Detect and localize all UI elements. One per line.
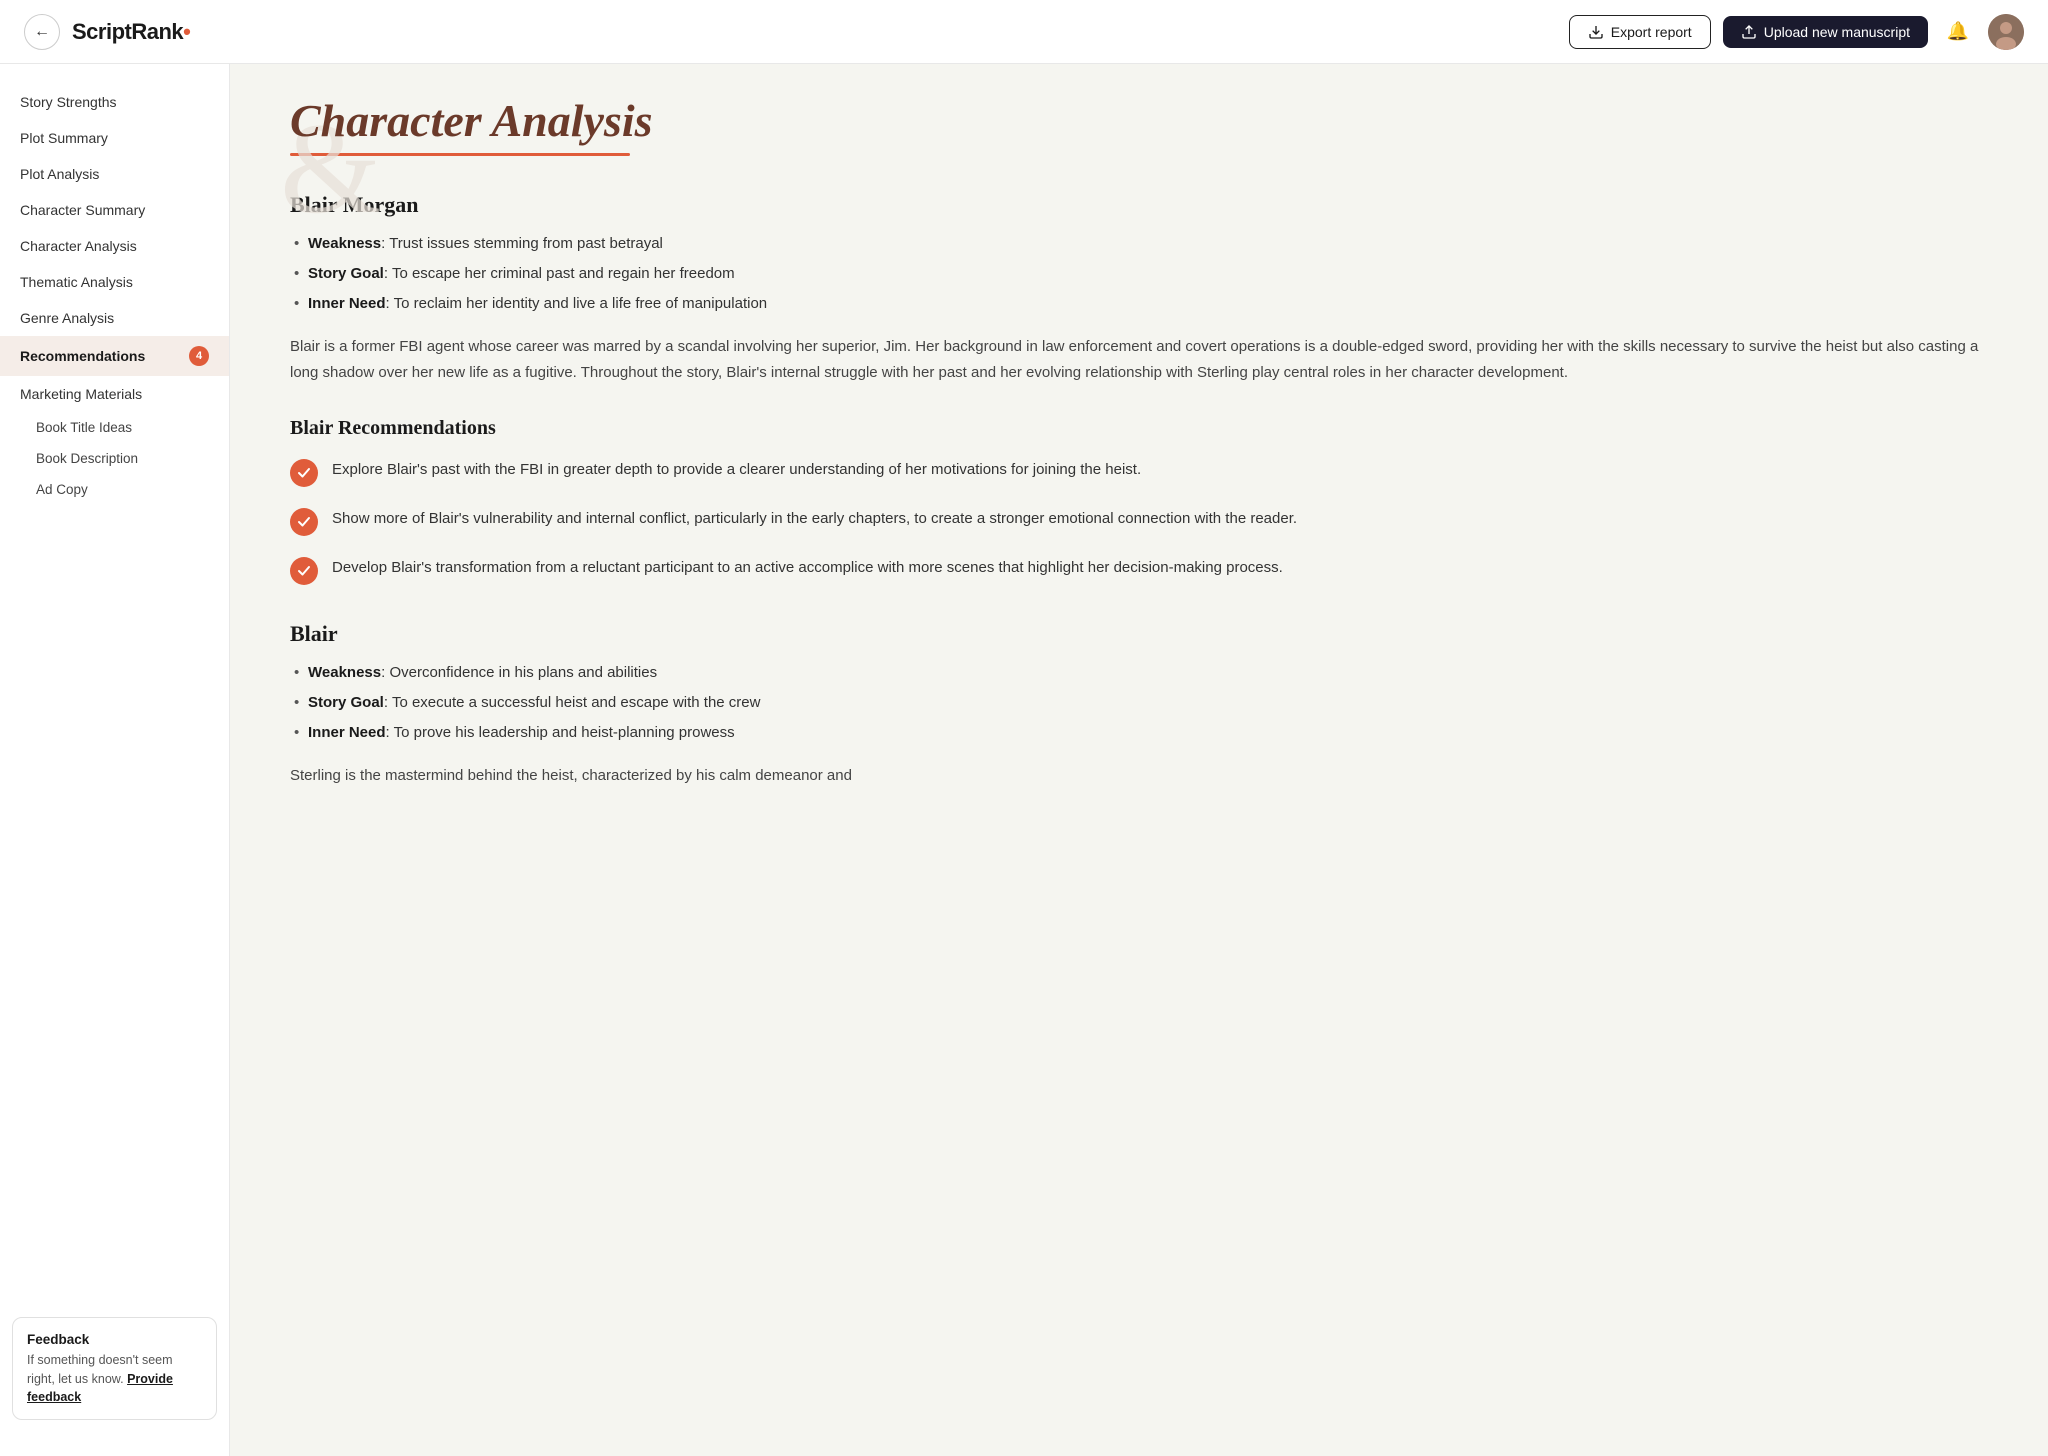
rec-check-icon-3 bbox=[290, 557, 318, 585]
sidebar-item-label: Character Analysis bbox=[20, 238, 137, 254]
sidebar-item-plot-summary[interactable]: Plot Summary bbox=[0, 120, 229, 156]
rec-check-icon-1 bbox=[290, 459, 318, 487]
back-button[interactable]: ← bbox=[24, 14, 60, 50]
rec-text-3: Develop Blair's transformation from a re… bbox=[332, 556, 1283, 581]
checkmark-icon bbox=[297, 466, 311, 480]
sidebar-item-genre-analysis[interactable]: Genre Analysis bbox=[0, 300, 229, 336]
sidebar-item-recommendations[interactable]: Recommendations 4 bbox=[0, 336, 229, 376]
story-goal-value-2: : To execute a successful heist and esca… bbox=[384, 694, 761, 711]
sidebar-item-label: Recommendations bbox=[20, 348, 145, 364]
logo-dot: • bbox=[183, 19, 190, 44]
sidebar-item-label: Genre Analysis bbox=[20, 310, 114, 326]
back-icon: ← bbox=[34, 23, 50, 41]
weakness-value: : Trust issues stemming from past betray… bbox=[381, 235, 663, 252]
character-attributes-list: Weakness: Trust issues stemming from pas… bbox=[290, 232, 1988, 316]
feedback-title: Feedback bbox=[27, 1332, 202, 1347]
story-goal-label: Story Goal bbox=[308, 265, 384, 282]
sidebar-item-book-description[interactable]: Book Description bbox=[0, 443, 229, 474]
story-goal-value: : To escape her criminal past and regain… bbox=[384, 265, 735, 282]
recommendations-list: Explore Blair's past with the FBI in gre… bbox=[290, 458, 1988, 585]
sidebar-item-plot-analysis[interactable]: Plot Analysis bbox=[0, 156, 229, 192]
page-title-wrapper: & Character Analysis bbox=[290, 104, 1988, 156]
character-2-inner-need: Inner Need: To prove his leadership and … bbox=[290, 721, 1988, 745]
sidebar-nav: Story Strengths Plot Summary Plot Analys… bbox=[0, 84, 229, 1301]
avatar[interactable] bbox=[1988, 14, 2024, 50]
sidebar-item-label: Plot Analysis bbox=[20, 166, 99, 182]
sidebar-item-label: Thematic Analysis bbox=[20, 274, 133, 290]
header-left: ← ScriptRank• bbox=[24, 14, 190, 50]
rec-text-2: Show more of Blair's vulnerability and i… bbox=[332, 507, 1297, 532]
header: ← ScriptRank• Export report Upload new m… bbox=[0, 0, 2048, 64]
rec-check-icon-2 bbox=[290, 508, 318, 536]
upload-icon bbox=[1741, 24, 1757, 40]
sidebar-sub-item-label: Ad Copy bbox=[36, 482, 88, 497]
story-goal-label-2: Story Goal bbox=[308, 694, 384, 711]
export-label: Export report bbox=[1611, 24, 1692, 40]
header-right: Export report Upload new manuscript 🔔 bbox=[1569, 14, 2024, 50]
sidebar-item-character-analysis[interactable]: Character Analysis bbox=[0, 228, 229, 264]
sidebar: Story Strengths Plot Summary Plot Analys… bbox=[0, 64, 230, 1456]
rec-section-title: Blair Recommendations bbox=[290, 417, 1988, 440]
rec-item-3: Develop Blair's transformation from a re… bbox=[290, 556, 1988, 585]
character-inner-need: Inner Need: To reclaim her identity and … bbox=[290, 292, 1988, 316]
sidebar-item-label: Story Strengths bbox=[20, 94, 117, 110]
bell-icon: 🔔 bbox=[1947, 21, 1969, 42]
sidebar-item-story-strengths[interactable]: Story Strengths bbox=[0, 84, 229, 120]
character-name-blair-morgan: Blair Morgan bbox=[290, 192, 1988, 218]
checkmark-icon bbox=[297, 515, 311, 529]
sidebar-sub-item-label: Book Title Ideas bbox=[36, 420, 132, 435]
character-weakness: Weakness: Trust issues stemming from pas… bbox=[290, 232, 1988, 256]
sidebar-item-marketing-materials[interactable]: Marketing Materials bbox=[0, 376, 229, 412]
sidebar-item-thematic-analysis[interactable]: Thematic Analysis bbox=[0, 264, 229, 300]
layout: Story Strengths Plot Summary Plot Analys… bbox=[0, 64, 2048, 1456]
character-2-story-goal: Story Goal: To execute a successful heis… bbox=[290, 691, 1988, 715]
inner-need-label: Inner Need bbox=[308, 295, 386, 312]
sidebar-item-label: Plot Summary bbox=[20, 130, 108, 146]
inner-need-value-2: : To prove his leadership and heist-plan… bbox=[386, 724, 735, 741]
checkmark-icon bbox=[297, 564, 311, 578]
sidebar-item-book-title-ideas[interactable]: Book Title Ideas bbox=[0, 412, 229, 443]
character-description-blair: Sterling is the mastermind behind the he… bbox=[290, 763, 1988, 789]
character-description-blair-morgan: Blair is a former FBI agent whose career… bbox=[290, 334, 1988, 387]
upload-button[interactable]: Upload new manuscript bbox=[1723, 16, 1928, 48]
sidebar-item-character-summary[interactable]: Character Summary bbox=[0, 192, 229, 228]
character-2-attributes-list: Weakness: Overconfidence in his plans an… bbox=[290, 661, 1988, 745]
logo: ScriptRank• bbox=[72, 19, 190, 45]
main-content: & Character Analysis Blair Morgan Weakne… bbox=[230, 64, 2048, 1456]
notification-button[interactable]: 🔔 bbox=[1940, 14, 1976, 50]
rec-item-2: Show more of Blair's vulnerability and i… bbox=[290, 507, 1988, 536]
upload-label: Upload new manuscript bbox=[1764, 24, 1910, 40]
sidebar-sub-item-label: Book Description bbox=[36, 451, 138, 466]
rec-text-1: Explore Blair's past with the FBI in gre… bbox=[332, 458, 1141, 483]
sidebar-item-label: Marketing Materials bbox=[20, 386, 142, 402]
recommendations-badge: 4 bbox=[189, 346, 209, 366]
avatar-image bbox=[1988, 14, 2024, 50]
character-name-blair: Blair bbox=[290, 621, 1988, 647]
export-icon bbox=[1588, 24, 1604, 40]
page-title: Character Analysis bbox=[290, 94, 653, 147]
weakness-label-2: Weakness bbox=[308, 664, 381, 681]
export-button[interactable]: Export report bbox=[1569, 15, 1711, 49]
sidebar-item-ad-copy[interactable]: Ad Copy bbox=[0, 474, 229, 505]
feedback-box: Feedback If something doesn't seem right… bbox=[12, 1317, 217, 1420]
character-section-blair: Blair Weakness: Overconfidence in his pl… bbox=[290, 621, 1988, 789]
sidebar-item-label: Character Summary bbox=[20, 202, 145, 218]
inner-need-label-2: Inner Need bbox=[308, 724, 386, 741]
rec-item-1: Explore Blair's past with the FBI in gre… bbox=[290, 458, 1988, 487]
character-story-goal: Story Goal: To escape her criminal past … bbox=[290, 262, 1988, 286]
inner-need-value: : To reclaim her identity and live a lif… bbox=[386, 295, 768, 312]
character-section-blair-morgan: Blair Morgan Weakness: Trust issues stem… bbox=[290, 192, 1988, 585]
logo-text: ScriptRank bbox=[72, 19, 183, 44]
content-card: & Character Analysis Blair Morgan Weakne… bbox=[290, 104, 1988, 1376]
weakness-value-2: : Overconfidence in his plans and abilit… bbox=[381, 664, 657, 681]
character-2-weakness: Weakness: Overconfidence in his plans an… bbox=[290, 661, 1988, 685]
feedback-text: If something doesn't seem right, let us … bbox=[27, 1351, 202, 1407]
